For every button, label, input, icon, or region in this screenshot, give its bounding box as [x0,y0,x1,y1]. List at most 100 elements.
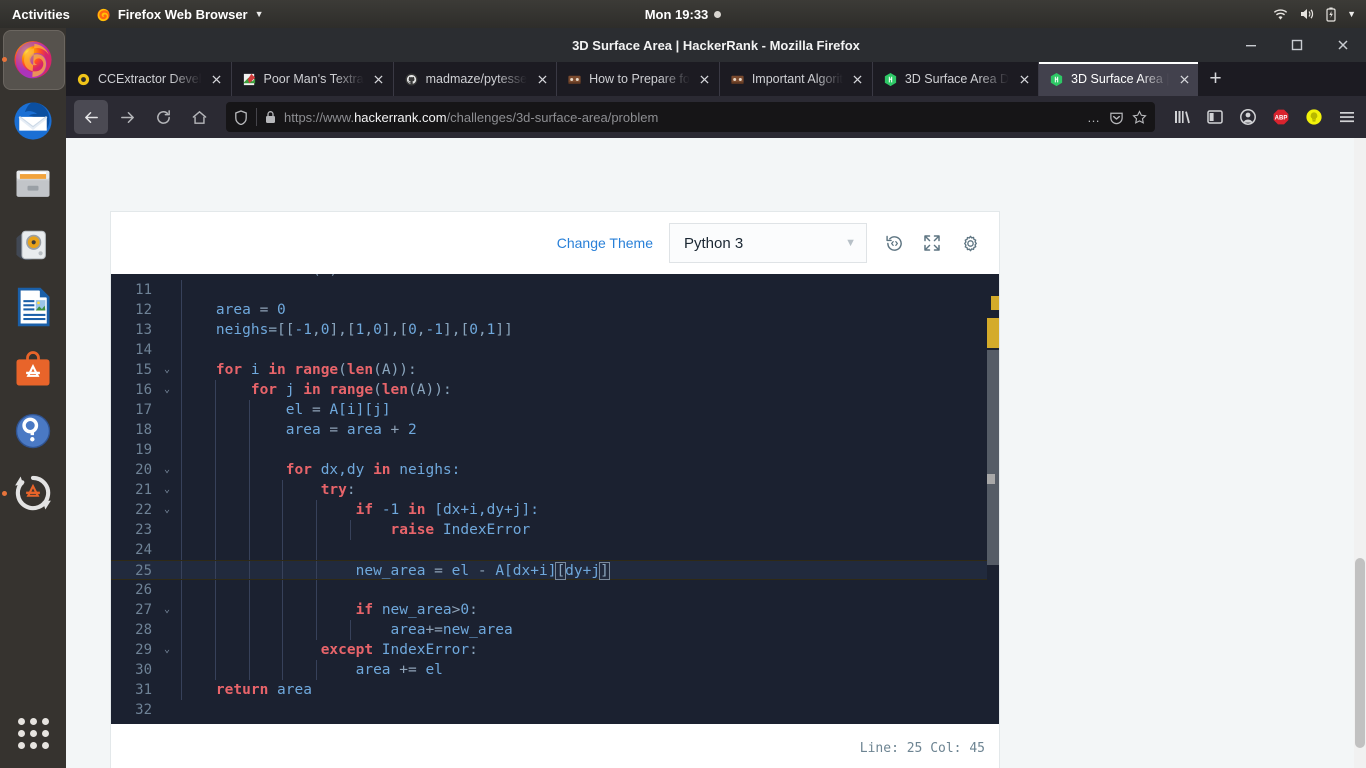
shield-icon[interactable] [234,109,248,125]
code-line[interactable]: 11 [111,280,999,300]
code-scrollbar[interactable] [987,274,999,726]
dock-item-rhythmbox[interactable] [0,214,66,276]
lock-icon[interactable] [265,110,276,124]
bulb-icon[interactable] [1303,106,1325,128]
code-line[interactable]: 26 [111,580,999,600]
code-line[interactable]: 14 [111,340,999,360]
menu-icon[interactable] [1336,106,1358,128]
home-button[interactable] [182,100,216,134]
change-theme-link[interactable]: Change Theme [557,235,653,251]
tab-madmaze-pytesseract[interactable]: madmaze/pytesse [394,62,558,96]
code-line[interactable]: 23 raise IndexError [111,520,999,540]
code-area[interactable]: 10⌄def surfaceArea(A):1112 area = 013 ne… [111,274,999,726]
url-text[interactable]: https://www.hackerrank.com/challenges/3d… [284,110,1079,125]
star-icon[interactable] [1132,109,1147,125]
tab-important-algorithms[interactable]: Important Algorit [720,62,873,96]
code-line[interactable]: 28 area+=new_area [111,620,999,640]
code-line[interactable]: 15 ⌄ for i in range(len(A)): [111,360,999,380]
code-line[interactable]: 31 return area [111,680,999,700]
code-token: in [373,462,400,478]
code-token: new_area [355,563,426,579]
tab-close-button[interactable] [209,71,225,87]
fullscreen-icon[interactable] [921,232,943,254]
close-button[interactable] [1320,28,1366,62]
page-scrollbar[interactable] [1354,138,1366,768]
restore-code-icon[interactable] [883,232,905,254]
url-bar[interactable]: https://www.hackerrank.com/challenges/3d… [226,102,1155,132]
show-applications-button[interactable] [0,706,66,760]
tab-close-button[interactable] [1016,71,1032,87]
tab-close-button[interactable] [371,71,387,87]
dock-item-ubuntu-software[interactable] [0,338,66,400]
gear-icon[interactable] [959,232,981,254]
code-line[interactable]: 30 area += el [111,660,999,680]
fold-arrow-icon[interactable]: ⌄ [159,600,175,620]
tab-close-button[interactable] [534,71,550,87]
forward-button[interactable] [110,100,144,134]
code-line[interactable]: 17 el = A[i][j] [111,400,999,420]
tab-3d-surface-area-problem[interactable]: 3D Surface Area | [1039,62,1199,96]
tab-close-button[interactable] [850,71,866,87]
dock-item-firefox[interactable] [0,28,66,90]
account-icon[interactable] [1237,106,1259,128]
reload-button[interactable] [146,100,180,134]
library-icon[interactable] [1171,106,1193,128]
sidebar-icon[interactable] [1204,106,1226,128]
code-line[interactable]: 16 ⌄ for j in range(len(A)): [111,380,999,400]
dock-item-thunderbird[interactable] [0,90,66,152]
language-select[interactable]: Python 3 ▼ [669,223,867,263]
code-line[interactable]: 22 ⌄ if -1 in [dx+i,dy+j]: [111,500,999,520]
code-scrollbar-thumb[interactable] [987,350,999,565]
code-line[interactable]: 19 [111,440,999,460]
maximize-button[interactable] [1274,28,1320,62]
indent-guide [282,660,284,680]
minimize-button[interactable] [1228,28,1274,62]
tab-poor-mans-textract[interactable]: Poor Man's Textra [232,62,394,96]
code-line[interactable]: 13 neighs=[[-1,0],[1,0],[0,-1],[0,1]] [111,320,999,340]
dock-item-files[interactable] [0,152,66,214]
code-line[interactable]: 18 area = area + 2 [111,420,999,440]
indent-guide [316,580,318,600]
tab-3d-surface-area-discussions[interactable]: 3D Surface Area D [873,62,1040,96]
system-tray[interactable]: ▼ [1273,7,1356,22]
code-token: ]] [495,322,513,338]
tab-ccextractor[interactable]: CCExtractor Devel [66,62,232,96]
line-number: 16 [135,382,152,398]
fold-arrow-icon[interactable]: ⌄ [159,500,175,520]
page-actions-button[interactable]: … [1087,110,1101,125]
code-line[interactable]: 25 new_area = el - A[dx+i][dy+j] [111,560,999,580]
arrow-left-icon [84,111,98,123]
dock-item-help[interactable] [0,400,66,462]
code-line[interactable]: 32 [111,700,999,720]
code-line[interactable]: 20 ⌄ for dx,dy in neighs: [111,460,999,480]
fold-arrow-icon[interactable]: ⌄ [159,360,175,380]
fold-arrow-icon[interactable]: ⌄ [159,480,175,500]
new-tab-button[interactable]: + [1198,62,1232,96]
page-scrollbar-thumb[interactable] [1355,558,1365,748]
adblock-icon[interactable]: ABP [1270,106,1292,128]
tab-close-button[interactable] [697,71,713,87]
tab-label: How to Prepare fo [589,72,690,86]
line-number: 12 [135,302,152,318]
code-line[interactable]: 27 ⌄ if new_area>0: [111,600,999,620]
url-separator [256,108,257,126]
scroll-marker [987,474,995,484]
clock-menu[interactable]: Mon 19:33 [0,7,1366,22]
dock-item-libreoffice-writer[interactable] [0,276,66,338]
dock-item-software-updater[interactable] [0,462,66,524]
fold-arrow-icon[interactable]: ⌄ [159,460,175,480]
code-lines[interactable]: 10⌄def surfaceArea(A):1112 area = 013 ne… [111,274,999,720]
code-line[interactable]: 24 [111,540,999,560]
editor-toolbar: Change Theme Python 3 ▼ [111,212,999,274]
tab-how-to-prepare[interactable]: How to Prepare fo [557,62,720,96]
tab-close-button[interactable] [1176,71,1192,87]
back-button[interactable] [74,100,108,134]
fold-arrow-icon[interactable]: ⌄ [159,380,175,400]
code-line[interactable]: 12 area = 0 [111,300,999,320]
pocket-icon[interactable] [1109,110,1124,125]
fold-arrow-icon[interactable]: ⌄ [159,640,175,660]
code-line[interactable]: 29 ⌄ except IndexError: [111,640,999,660]
code-line[interactable]: 21 ⌄ try: [111,480,999,500]
